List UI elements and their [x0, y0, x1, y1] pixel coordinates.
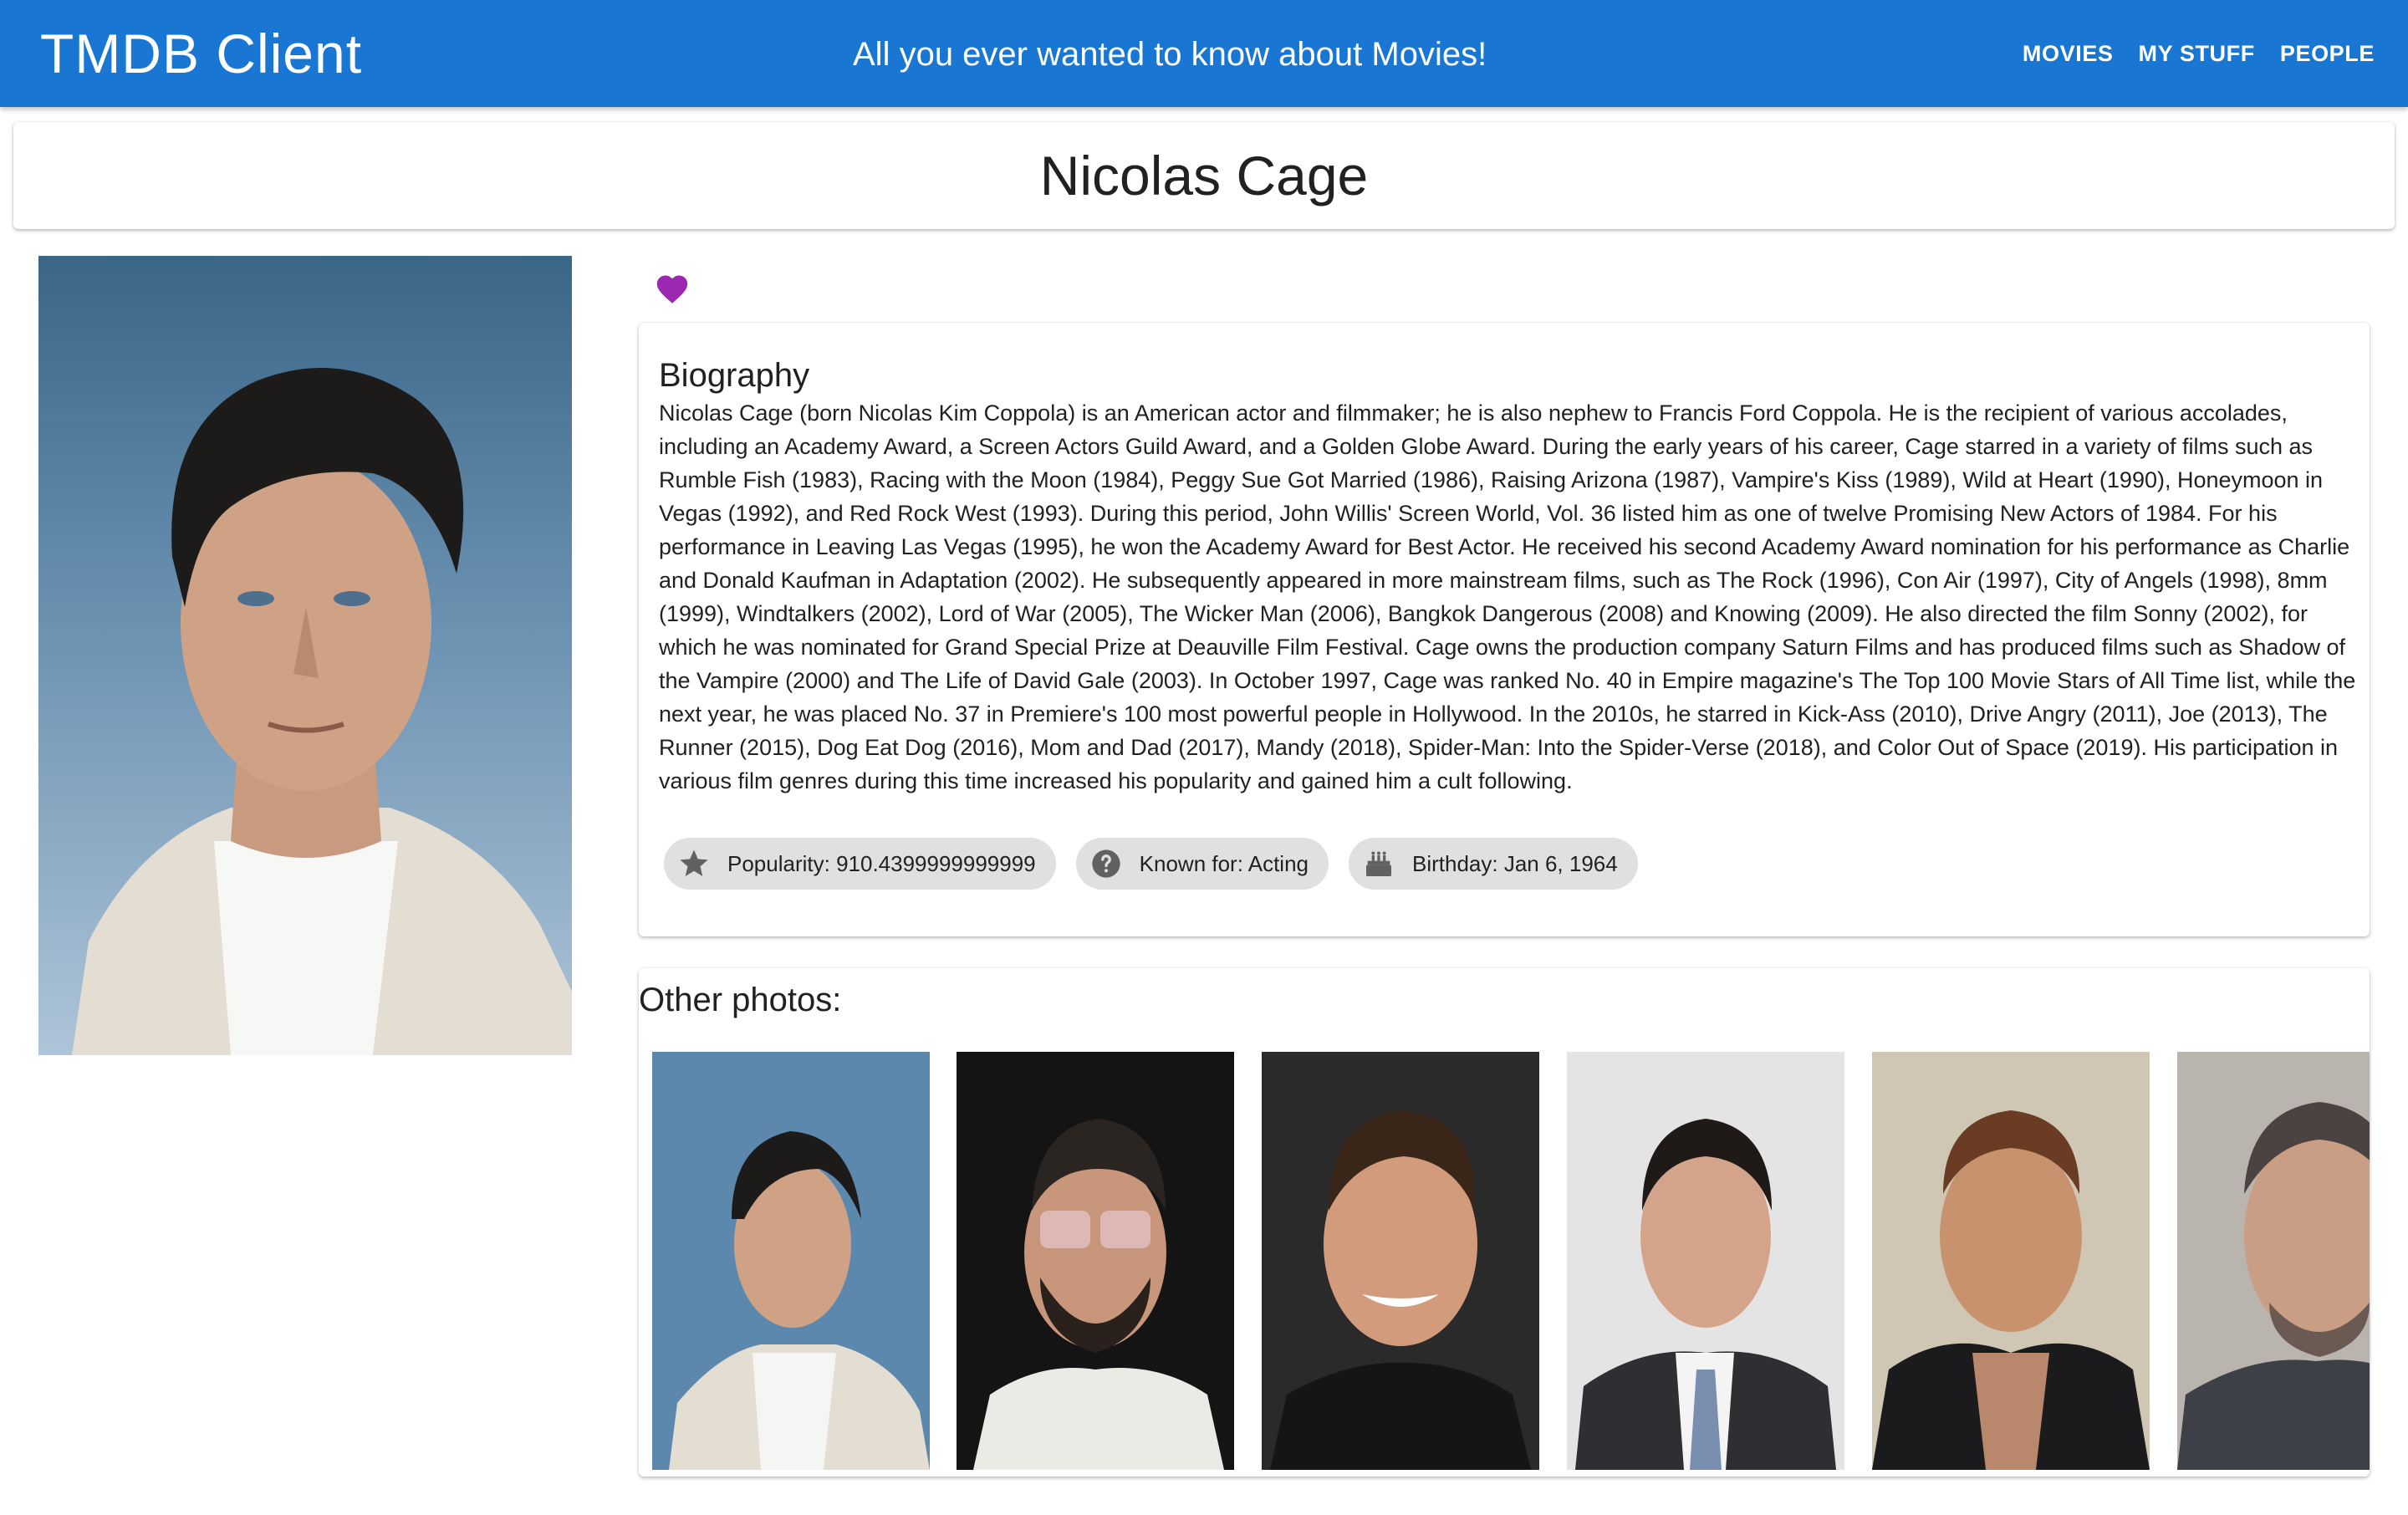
biography-text: Nicolas Cage (born Nicolas Kim Coppola) …	[659, 400, 2356, 793]
biography-heading: Biography	[659, 357, 810, 394]
person-portrait	[38, 256, 572, 1055]
birthday-label: Birthday: Jan 6, 1964	[1412, 850, 1618, 876]
photo-thumbnail[interactable]	[1262, 1052, 1539, 1470]
nav-my-stuff-link[interactable]: MY STUFF	[2139, 37, 2255, 70]
biography-card: Biography Nicolas Cage (born Nicolas Kim…	[639, 323, 2370, 936]
other-photos-card: Other photos:	[639, 968, 2370, 1477]
popularity-label: Popularity: 910.4399999999999	[727, 850, 1036, 876]
main-nav: MOVIES MY STUFF PEOPLE	[2023, 37, 2375, 70]
photo-thumbnail[interactable]	[1872, 1052, 2150, 1470]
photo-image	[1567, 1052, 1844, 1470]
photo-image	[1872, 1052, 2150, 1470]
portrait-image	[38, 256, 572, 1055]
nav-movies-link[interactable]: MOVIES	[2023, 37, 2114, 70]
known-for-chip[interactable]: Known for: Acting	[1075, 838, 1329, 890]
photo-thumbnail[interactable]	[2177, 1052, 2370, 1470]
app-brand[interactable]: TMDB Client	[40, 23, 362, 84]
cake-icon	[1366, 851, 1391, 876]
known-for-label: Known for: Acting	[1139, 850, 1309, 876]
photo-strip[interactable]	[652, 1052, 2370, 1470]
app-tagline: All you ever wanted to know about Movies…	[853, 36, 1487, 73]
photo-thumbnail[interactable]	[957, 1052, 1234, 1470]
photo-image	[957, 1052, 1234, 1470]
photo-thumbnail[interactable]	[652, 1052, 930, 1470]
person-info-chips: Popularity: 910.4399999999999 Known for:…	[664, 838, 1638, 890]
question-icon	[1091, 849, 1120, 878]
birthday-chip[interactable]: Birthday: Jan 6, 1964	[1349, 838, 1638, 890]
person-name: Nicolas Cage	[1039, 145, 1369, 207]
star-icon	[680, 849, 708, 876]
person-header-card: Nicolas Cage	[13, 122, 2395, 229]
nav-people-link[interactable]: PEOPLE	[2280, 37, 2375, 70]
favorite-heart-icon[interactable]	[654, 271, 691, 304]
photo-thumbnail[interactable]	[1567, 1052, 1844, 1470]
photo-image	[2177, 1052, 2370, 1470]
photo-image	[1262, 1052, 1539, 1470]
photo-image	[652, 1052, 930, 1470]
other-photos-heading: Other photos:	[639, 982, 842, 1018]
popularity-chip[interactable]: Popularity: 910.4399999999999	[664, 838, 1056, 890]
app-bar: TMDB Client All you ever wanted to know …	[0, 0, 2408, 107]
